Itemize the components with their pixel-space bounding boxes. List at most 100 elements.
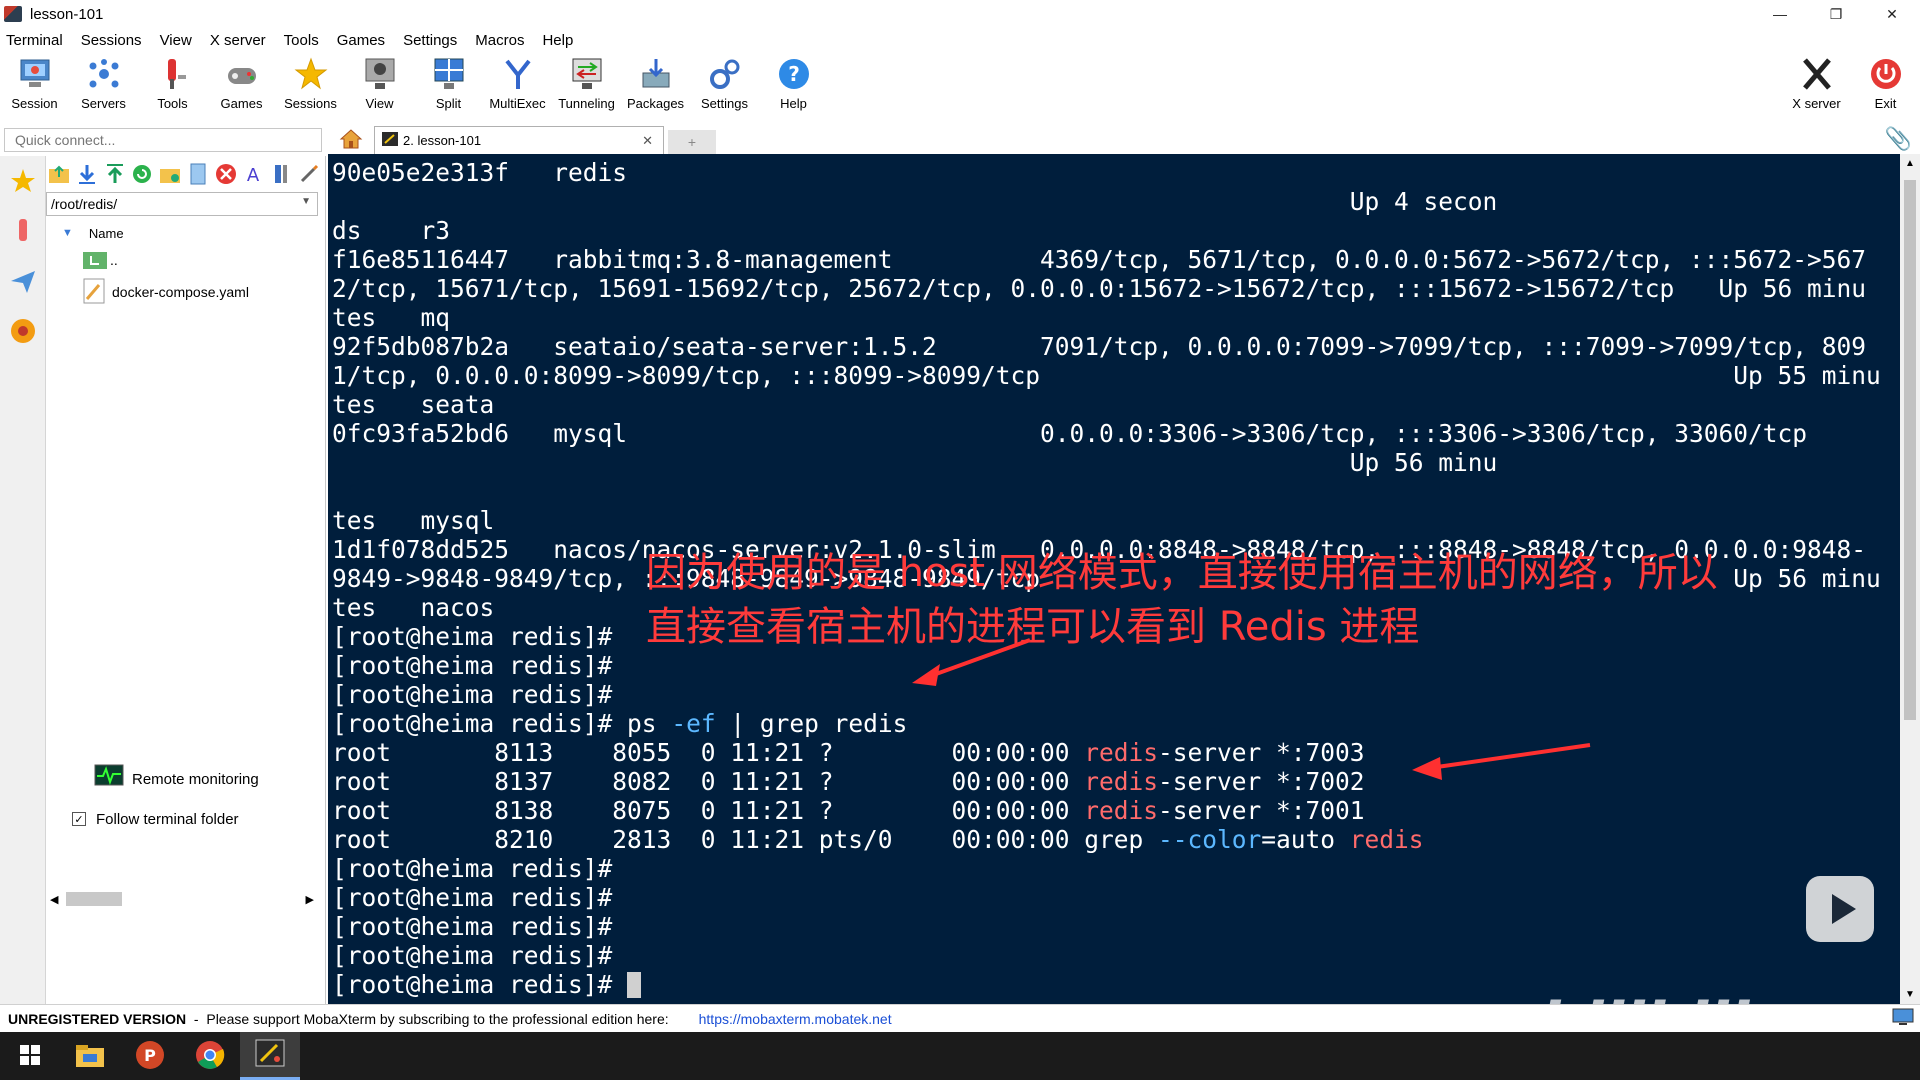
menu-settings[interactable]: Settings xyxy=(403,32,457,49)
close-window-button[interactable]: ✕ xyxy=(1864,0,1920,28)
term-line: 0fc93fa52bd6 mysql 0.0.0.0:3306->3306/tc… xyxy=(332,419,1808,448)
list-item-parent[interactable]: .. xyxy=(46,244,325,276)
main-toolbar: Session Servers Tools Games Sessions Vie… xyxy=(0,52,1920,118)
menu-help[interactable]: Help xyxy=(542,32,573,49)
display-icon[interactable] xyxy=(1892,1008,1914,1029)
term-line xyxy=(332,187,1350,216)
home-tab[interactable] xyxy=(328,126,374,154)
folder-up-icon[interactable] xyxy=(48,162,71,186)
scroll-down-icon[interactable]: ▼ xyxy=(1905,989,1915,1000)
sessions-star-icon[interactable] xyxy=(8,166,38,196)
terminal-tab-icon xyxy=(381,131,399,150)
shell-prompt: [root@heima redis]# xyxy=(332,883,613,912)
shell-prompt: [root@heima redis]# xyxy=(332,709,613,738)
servers-button[interactable]: Servers xyxy=(69,52,138,118)
video-annotation: 因为使用的是 host 网络模式，直接使用宿主机的网络，所以 直接查看宿主机的进… xyxy=(646,546,1718,654)
monitor-icon xyxy=(17,56,53,92)
sftp-horizontal-scrollbar[interactable]: ◀ ▶ xyxy=(46,890,318,908)
new-folder-icon[interactable] xyxy=(159,162,182,186)
scroll-right-icon[interactable]: ▶ xyxy=(306,893,314,906)
tab-lesson-101[interactable]: 2. lesson-101 ✕ xyxy=(374,126,664,154)
sftp-panel: A /root/redis/ ▼ ▼ Name .. docker-compos… xyxy=(46,156,326,1004)
scroll-up-icon[interactable]: ▲ xyxy=(1905,158,1915,169)
start-button[interactable] xyxy=(0,1032,60,1080)
title-bar: lesson-101 — ❐ ✕ xyxy=(0,0,1920,28)
packages-button[interactable]: Packages xyxy=(621,52,690,118)
mobaxterm-link[interactable]: https://mobaxterm.mobatek.net xyxy=(699,1011,892,1027)
quick-connect-input[interactable] xyxy=(4,128,322,152)
play-overlay-icon[interactable] xyxy=(1806,876,1874,942)
ps-row-eq: =auto xyxy=(1261,825,1350,854)
xserver-button[interactable]: X server xyxy=(1782,52,1851,118)
permissions-icon[interactable] xyxy=(270,162,293,186)
menu-macros[interactable]: Macros xyxy=(475,32,524,49)
rename-icon[interactable]: A xyxy=(242,162,265,186)
games-button[interactable]: Games xyxy=(207,52,276,118)
restore-button[interactable]: ❐ xyxy=(1808,0,1864,28)
remote-monitoring-button[interactable]: Remote monitoring xyxy=(46,760,326,798)
help-button[interactable]: ? Help xyxy=(759,52,828,118)
refresh-icon[interactable] xyxy=(131,162,154,186)
new-tab-button[interactable]: + xyxy=(668,130,716,154)
svg-text:P: P xyxy=(144,1046,156,1065)
minimize-button[interactable]: — xyxy=(1752,0,1808,28)
tools-side-icon[interactable] xyxy=(8,216,38,246)
menu-view[interactable]: View xyxy=(160,32,192,49)
shell-prompt: [root@heima redis]# xyxy=(332,651,613,680)
tools-icon xyxy=(155,56,191,92)
ps-match: redis xyxy=(1349,825,1424,854)
tools-button[interactable]: Tools xyxy=(138,52,207,118)
svg-text:?: ? xyxy=(788,62,800,86)
file-explorer-button[interactable] xyxy=(60,1032,120,1080)
menu-terminal[interactable]: Terminal xyxy=(6,32,63,49)
sessions-button[interactable]: Sessions xyxy=(276,52,345,118)
edit-icon[interactable] xyxy=(297,162,320,186)
checkbox-checked[interactable]: ✓ xyxy=(72,812,86,826)
follow-terminal-folder[interactable]: ✓ Follow terminal folder xyxy=(46,806,326,832)
power-icon xyxy=(1868,56,1904,92)
exit-button[interactable]: Exit xyxy=(1851,52,1920,118)
tab-close-icon[interactable]: ✕ xyxy=(642,133,653,149)
ps-row: root 8138 8075 0 11:21 ? 00:00:00 xyxy=(332,796,1085,825)
file-list-header[interactable]: ▼ Name xyxy=(46,222,325,244)
upload-icon[interactable] xyxy=(103,162,126,186)
folder-icon xyxy=(75,1042,105,1071)
menu-sessions[interactable]: Sessions xyxy=(81,32,142,49)
send-icon[interactable] xyxy=(8,266,38,296)
x-icon xyxy=(1799,56,1835,92)
term-line: 90e05e2e313f redis xyxy=(332,158,628,187)
terminal-vertical-scrollbar[interactable]: ▲ ▼ xyxy=(1900,154,1920,1004)
split-button[interactable]: Split xyxy=(414,52,483,118)
tunneling-button[interactable]: Tunneling xyxy=(552,52,621,118)
settings-button[interactable]: Settings xyxy=(690,52,759,118)
macros-icon[interactable] xyxy=(8,316,38,346)
menu-xserver[interactable]: X server xyxy=(210,32,266,49)
chevron-down-icon: ▼ xyxy=(301,196,311,207)
mobaxterm-taskbar-button[interactable] xyxy=(240,1032,300,1080)
view-button[interactable]: View xyxy=(345,52,414,118)
sftp-path-select[interactable]: /root/redis/ ▼ xyxy=(46,192,318,216)
delete-icon[interactable] xyxy=(214,162,237,186)
packages-icon xyxy=(638,56,674,92)
list-item-file[interactable]: docker-compose.yaml xyxy=(46,276,325,308)
split-icon xyxy=(431,56,467,92)
file-list: ▼ Name .. docker-compose.yaml xyxy=(46,222,325,308)
shell-prompt: [root@heima redis]# xyxy=(332,622,613,651)
menu-games[interactable]: Games xyxy=(337,32,385,49)
menu-tools[interactable]: Tools xyxy=(284,32,319,49)
multiexec-button[interactable]: MultiExec xyxy=(483,52,552,118)
chrome-button[interactable] xyxy=(180,1032,240,1080)
scrollbar-thumb[interactable] xyxy=(66,892,122,906)
term-line: tes nacos xyxy=(332,593,495,622)
session-button[interactable]: Session xyxy=(0,52,69,118)
collapse-triangle-icon: ▼ xyxy=(62,227,73,239)
powerpoint-button[interactable]: P xyxy=(120,1032,180,1080)
star-icon xyxy=(293,56,329,92)
new-file-icon[interactable] xyxy=(187,162,210,186)
yaml-file-icon xyxy=(82,277,106,308)
paperclip-icon[interactable]: 📎 xyxy=(1885,126,1912,152)
scrollbar-thumb[interactable] xyxy=(1904,180,1916,720)
scroll-left-icon[interactable]: ◀ xyxy=(50,893,58,906)
download-icon[interactable] xyxy=(76,162,99,186)
cmd-ps: ps xyxy=(627,709,657,738)
